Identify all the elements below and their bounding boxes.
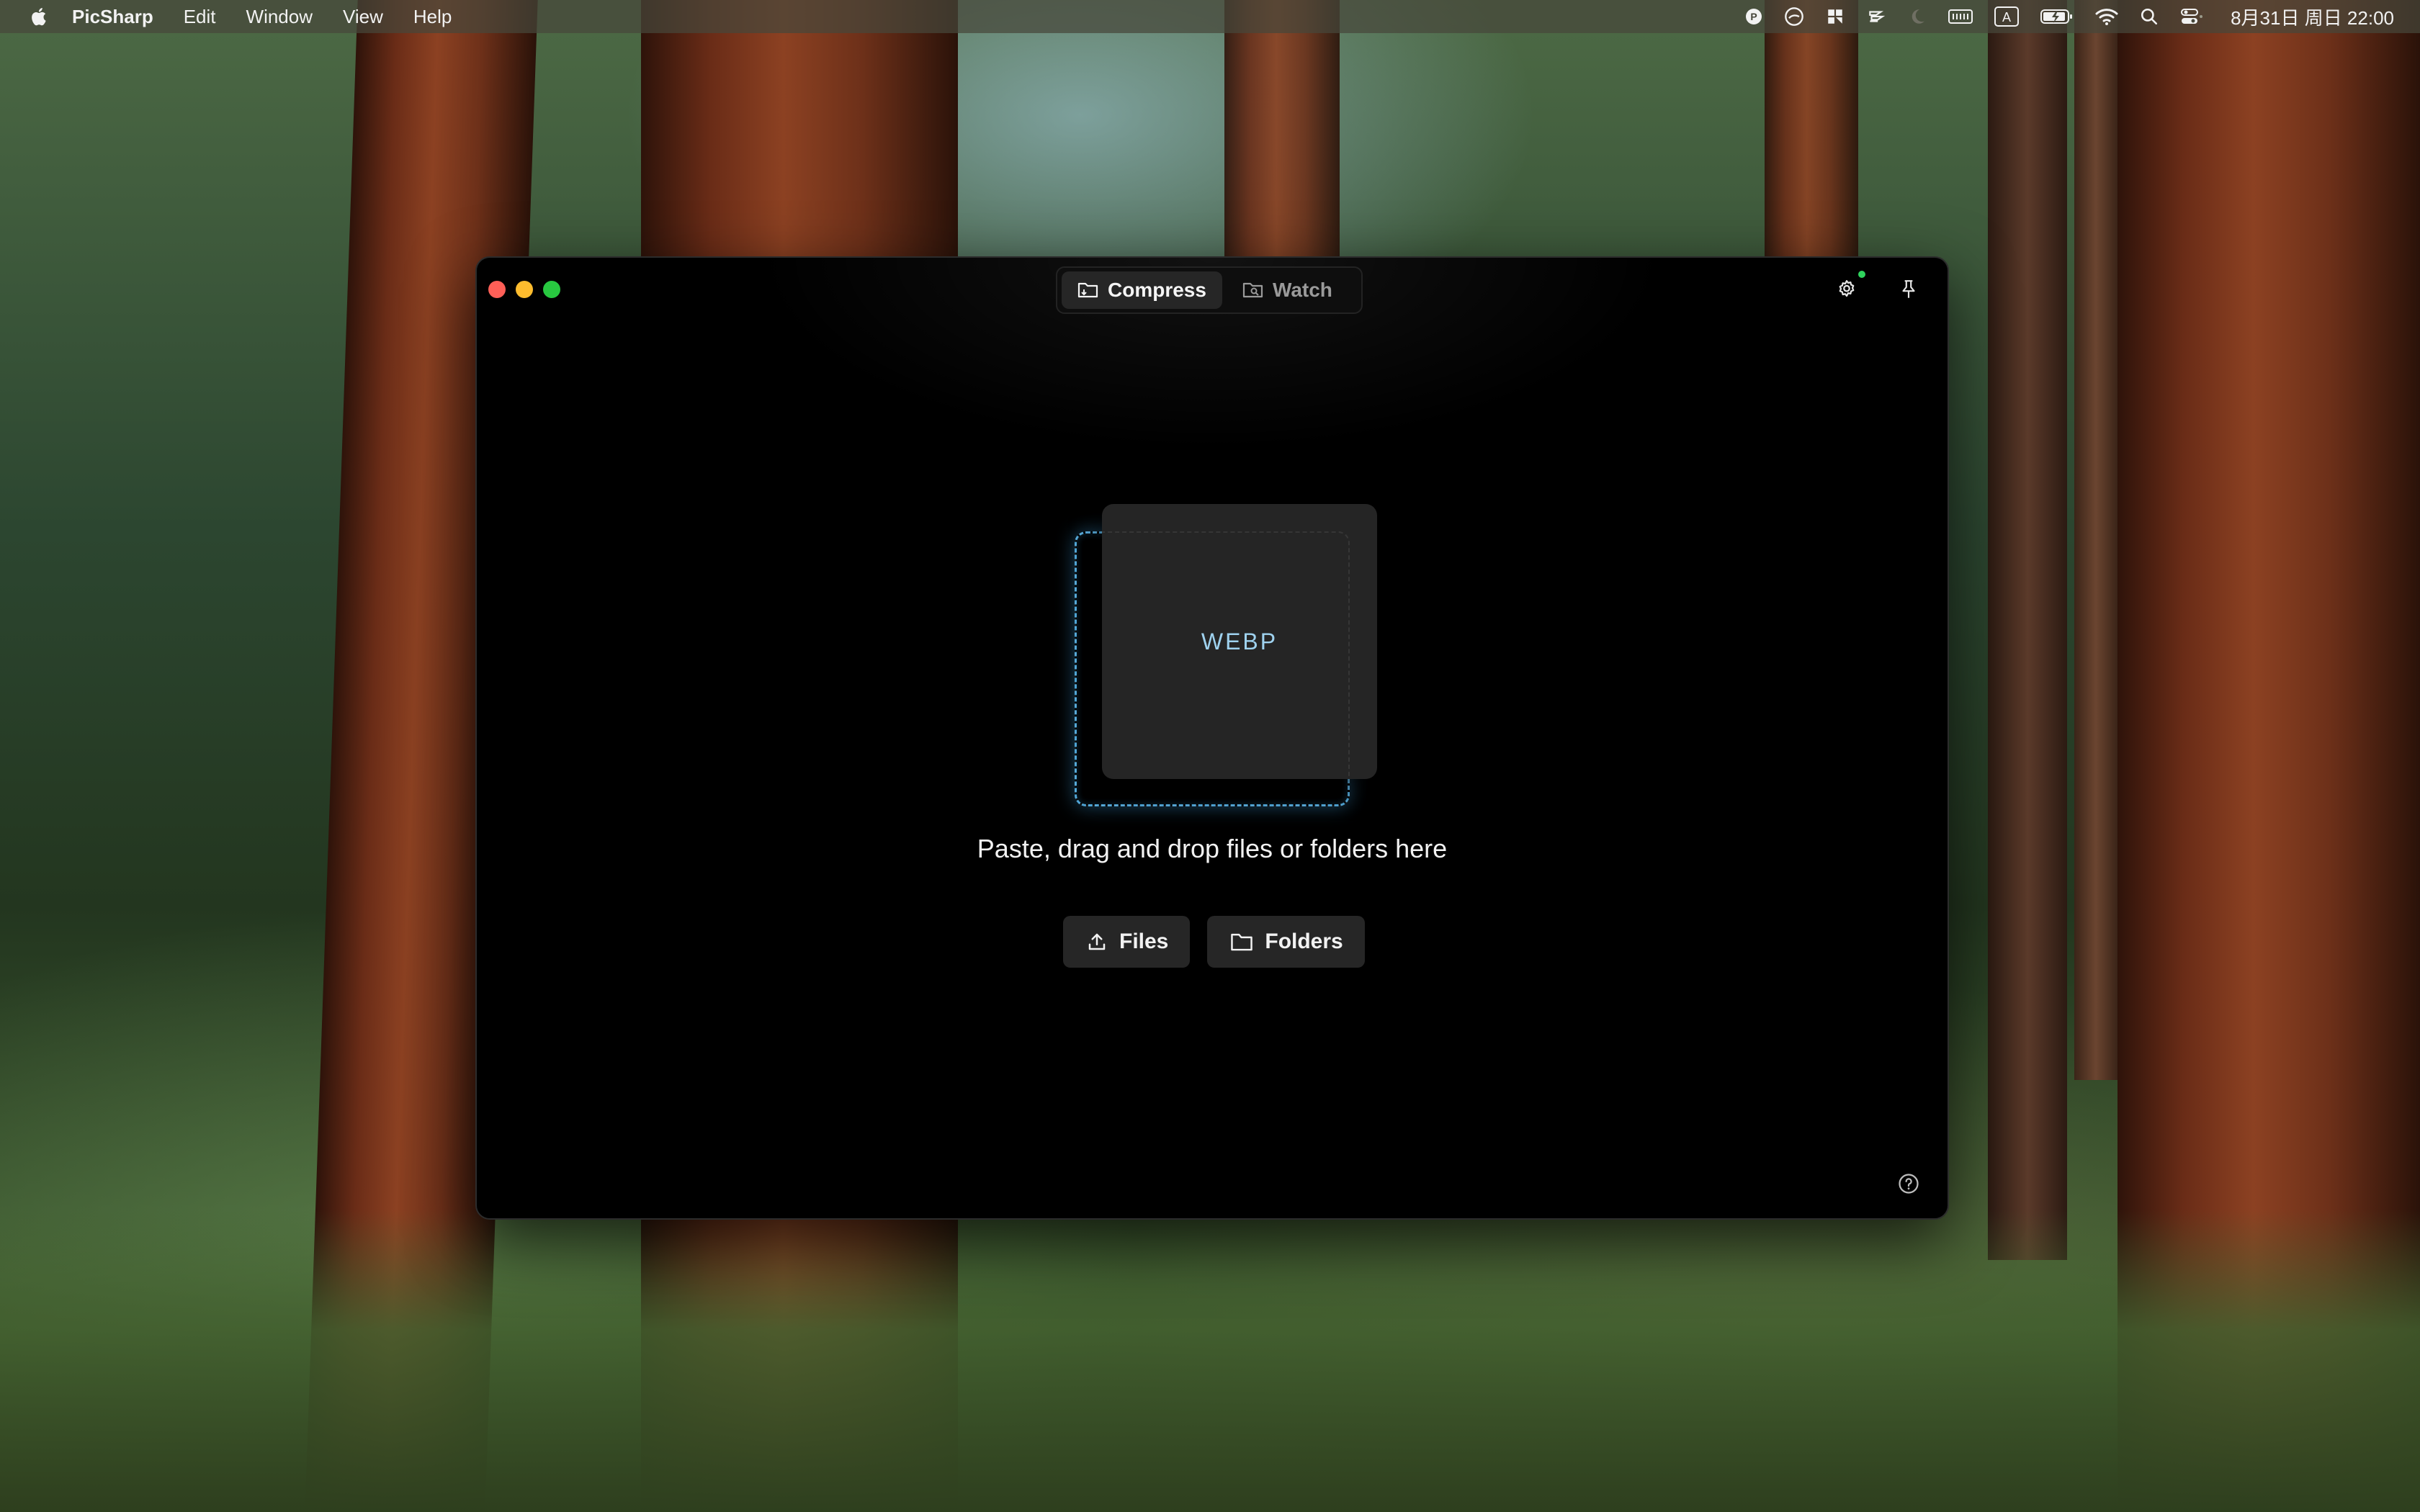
search-icon[interactable]	[2140, 7, 2159, 26]
update-badge	[1858, 271, 1865, 278]
settings-button[interactable]	[1831, 274, 1863, 305]
window-controls	[488, 281, 560, 298]
stacked-lines-icon[interactable]	[1866, 7, 1886, 26]
folders-button-label: Folders	[1265, 930, 1343, 953]
files-button-label: Files	[1119, 930, 1169, 953]
tab-watch[interactable]: Watch	[1227, 271, 1348, 309]
drop-hint-text: Paste, drag and drop files or folders he…	[977, 834, 1448, 863]
pin-icon	[1902, 280, 1915, 298]
svg-text:P: P	[1750, 11, 1757, 22]
import-actions: Files Folders	[1063, 916, 1365, 968]
menu-bar-clock[interactable]: 8月31日 周日 22:00	[2231, 4, 2394, 30]
menu-bar: PicSharp Edit Window View Help P A 8月31日…	[0, 0, 2420, 33]
folder-watch-icon	[1242, 282, 1263, 298]
folder-icon	[1231, 933, 1253, 951]
keyboard-icon[interactable]	[1948, 8, 1973, 25]
tree-trunk	[1988, 0, 2067, 1260]
window-minimize-button[interactable]	[516, 281, 533, 298]
grid-app-icon[interactable]	[1826, 7, 1845, 26]
question-circle-icon	[1899, 1174, 1919, 1194]
pin-window-button[interactable]	[1893, 274, 1924, 305]
wifi-icon[interactable]	[2095, 7, 2118, 26]
menu-window[interactable]: Window	[246, 6, 313, 28]
mode-switcher: Compress Watch	[1056, 266, 1363, 314]
control-center-icon[interactable]	[2180, 7, 2203, 26]
menu-help[interactable]: Help	[413, 6, 452, 28]
tree-trunk	[2074, 0, 2118, 1080]
format-preview-card: WEBP	[1075, 504, 1377, 806]
gear-icon	[1839, 280, 1855, 297]
picsharp-window: Compress Watch WEBP Paste, drag and drop…	[475, 256, 1949, 1220]
p-badge-icon[interactable]: P	[1745, 8, 1762, 25]
tab-compress[interactable]: Compress	[1062, 271, 1222, 309]
tab-watch-label: Watch	[1272, 279, 1332, 301]
forest-floor	[0, 1210, 2420, 1512]
window-close-button[interactable]	[488, 281, 506, 298]
format-label: WEBP	[1201, 628, 1278, 654]
apple-menu-icon[interactable]	[29, 6, 50, 27]
help-button[interactable]	[1893, 1168, 1924, 1200]
menu-edit[interactable]: Edit	[184, 6, 216, 28]
window-zoom-button[interactable]	[543, 281, 560, 298]
status-area: P A 8月31日 周日 22:00	[1745, 0, 2394, 33]
select-files-button[interactable]: Files	[1063, 916, 1191, 968]
sync-circle-icon[interactable]	[1784, 6, 1804, 27]
svg-text:A: A	[2002, 10, 2011, 24]
folder-compress-icon	[1077, 282, 1098, 298]
tab-compress-label: Compress	[1108, 279, 1206, 301]
input-source-icon[interactable]: A	[1994, 6, 2020, 27]
upload-icon	[1088, 933, 1106, 950]
battery-charging-icon[interactable]	[2040, 8, 2074, 25]
select-folders-button[interactable]: Folders	[1207, 916, 1365, 968]
menu-app-name[interactable]: PicSharp	[72, 6, 153, 28]
menu-view[interactable]: View	[343, 6, 383, 28]
moon-icon[interactable]	[1908, 7, 1927, 26]
